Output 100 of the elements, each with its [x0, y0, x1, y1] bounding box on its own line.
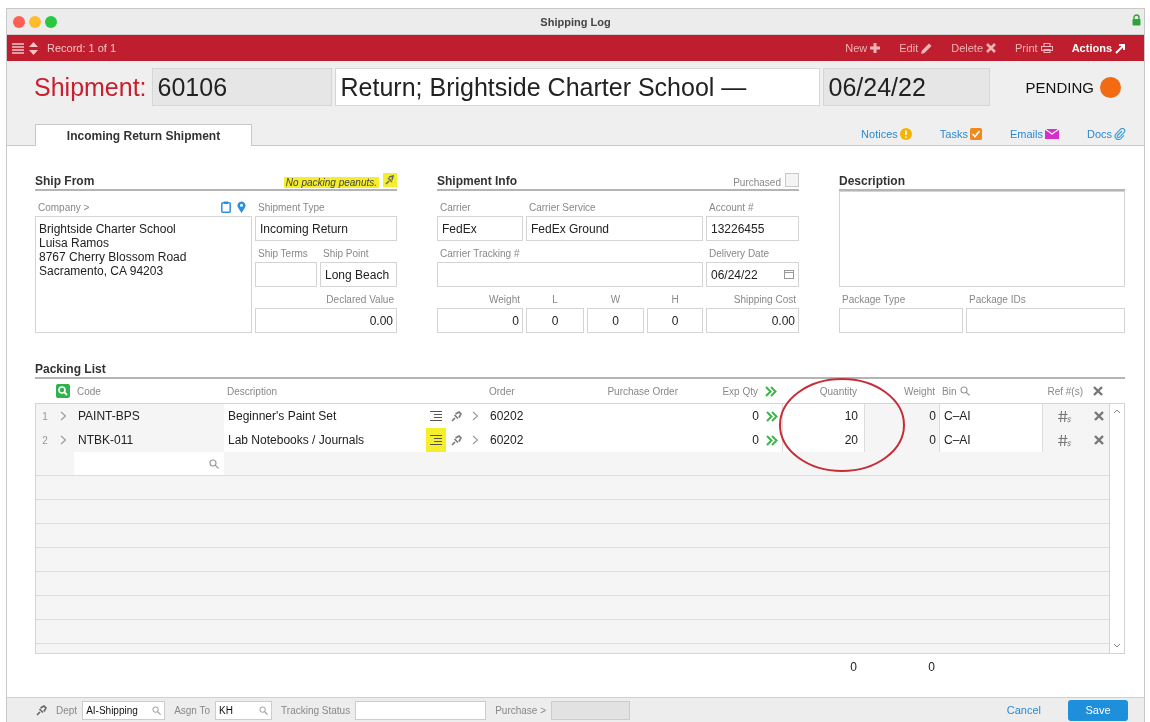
table-cell: 10: [782, 404, 864, 428]
address-field[interactable]: Brightside Charter School Luisa Ramos 8767 Cherry Blossom Road Sacramento, CA 94203: [35, 216, 252, 333]
clipboard-icon[interactable]: [221, 201, 231, 213]
section-title: Packing List: [35, 362, 107, 376]
zoom-button[interactable]: [45, 15, 57, 28]
text-field[interactable]: Incoming Return: [255, 216, 397, 241]
up-down-arrows-icon[interactable]: [29, 41, 38, 55]
pin-icon[interactable]: [450, 410, 462, 422]
search-icon[interactable]: [56, 384, 70, 398]
shipment-number-field[interactable]: 60106: [151, 68, 332, 106]
column-header: Code: [76, 385, 102, 397]
text-field[interactable]: [966, 308, 1125, 333]
table-cell: 0: [864, 428, 939, 452]
shipment-date-field[interactable]: 06/24/22: [822, 68, 990, 106]
text-field[interactable]: FedEx: [437, 216, 523, 241]
total-value: 0: [849, 659, 858, 674]
field-label: Carrier: [439, 202, 472, 215]
column-header: Quantity: [818, 385, 858, 397]
double-chevron-icon[interactable]: [765, 385, 777, 397]
warning-icon: [899, 128, 912, 140]
notes-icon[interactable]: [426, 428, 446, 452]
field-label: Dept: [56, 704, 78, 716]
delete-icon[interactable]: [1092, 386, 1103, 396]
toolbar-button[interactable]: Print: [1015, 42, 1053, 54]
date-field[interactable]: 06/24/22: [706, 262, 799, 287]
field-label: W: [609, 294, 622, 307]
pin-icon[interactable]: [450, 434, 462, 446]
record-counter: Record: 1 of 1: [47, 42, 117, 54]
company-link[interactable]: Company >: [35, 202, 93, 213]
number-field[interactable]: 0: [526, 308, 584, 333]
scrollbar[interactable]: [1109, 404, 1125, 653]
field-label: Account #: [708, 202, 755, 215]
assignee-field[interactable]: KH: [215, 700, 273, 720]
shipment-title-field[interactable]: Return; Brightside Charter School —: [334, 68, 820, 106]
text-field[interactable]: [255, 262, 317, 287]
pencil-icon: [921, 42, 933, 54]
row-number: 1: [36, 404, 54, 428]
search-icon[interactable]: [209, 458, 219, 469]
toolbar-button[interactable]: New: [845, 42, 881, 54]
number-field[interactable]: 0.00: [255, 308, 397, 333]
field-label: Delivery Date: [708, 248, 771, 261]
delete-icon[interactable]: [1093, 411, 1104, 421]
field-label: Carrier Service: [528, 202, 597, 215]
hash-icon[interactable]: [1058, 409, 1072, 423]
number-field[interactable]: 0: [437, 308, 523, 333]
column-header: Bin: [942, 385, 957, 397]
table-cell: 20: [782, 428, 864, 452]
search-icon[interactable]: [960, 386, 971, 396]
description-field[interactable]: [839, 191, 1125, 287]
text-field[interactable]: [437, 262, 703, 287]
hash-icon[interactable]: [1058, 433, 1072, 447]
delete-icon[interactable]: [1093, 435, 1104, 445]
text-field[interactable]: 13226455: [706, 216, 799, 241]
text-field[interactable]: [839, 308, 963, 333]
double-chevron-icon[interactable]: [766, 434, 778, 446]
tab[interactable]: Incoming Return Shipment: [35, 124, 252, 146]
pin-icon[interactable]: [383, 173, 397, 187]
field-label: Tracking Status: [281, 704, 351, 716]
column-header: Weight: [903, 385, 936, 397]
table-cell: 0: [864, 404, 939, 428]
column-header: Purchase Order: [606, 385, 679, 397]
toolbar-button[interactable]: Edit: [899, 42, 933, 54]
pin-icon[interactable]: [36, 704, 47, 716]
minimize-button[interactable]: [29, 15, 41, 28]
scroll-down-icon[interactable]: [1113, 643, 1121, 649]
envelope-icon: [1044, 129, 1059, 139]
table-cell: NTBK-011: [74, 428, 224, 452]
number-field[interactable]: 0: [587, 308, 644, 333]
tracking-status-field[interactable]: [355, 700, 487, 720]
section-title: Ship From: [35, 174, 96, 188]
x-icon: [986, 43, 997, 53]
search-icon[interactable]: [152, 705, 162, 715]
location-pin-icon[interactable]: [237, 201, 246, 213]
plus-icon: [870, 43, 881, 53]
text-field[interactable]: FedEx Ground: [526, 216, 703, 241]
double-chevron-icon[interactable]: [766, 410, 778, 422]
text-field[interactable]: Long Beach: [320, 262, 397, 287]
calendar-icon[interactable]: [784, 270, 794, 279]
number-field[interactable]: 0: [647, 308, 703, 333]
column-header: Order: [488, 385, 516, 397]
purchased-checkbox[interactable]: [785, 173, 799, 187]
field-label: L: [551, 294, 559, 307]
save-button[interactable]: Save: [1068, 699, 1128, 721]
field-label: Package IDs: [968, 294, 1027, 307]
search-icon[interactable]: [259, 705, 269, 715]
field-label: Shipment Type: [257, 202, 326, 215]
column-header: Exp Qty: [721, 385, 759, 397]
field-label: Package Type: [841, 294, 907, 307]
window-title: Shipping Log: [540, 15, 611, 28]
number-field[interactable]: 0.00: [706, 308, 799, 333]
scroll-up-icon[interactable]: [1113, 408, 1121, 414]
field-label: Ship Terms: [257, 248, 309, 261]
checkbox-icon: [969, 128, 982, 140]
toolbar-button[interactable]: Delete: [951, 42, 997, 54]
field-label: Shipping Cost: [732, 294, 797, 307]
toolbar-button[interactable]: Actions: [1071, 42, 1126, 54]
menu-icon[interactable]: [12, 42, 24, 54]
dept-field[interactable]: AI-Shipping: [82, 700, 166, 720]
close-button[interactable]: [13, 15, 25, 28]
paperclip-icon: [1114, 128, 1126, 140]
